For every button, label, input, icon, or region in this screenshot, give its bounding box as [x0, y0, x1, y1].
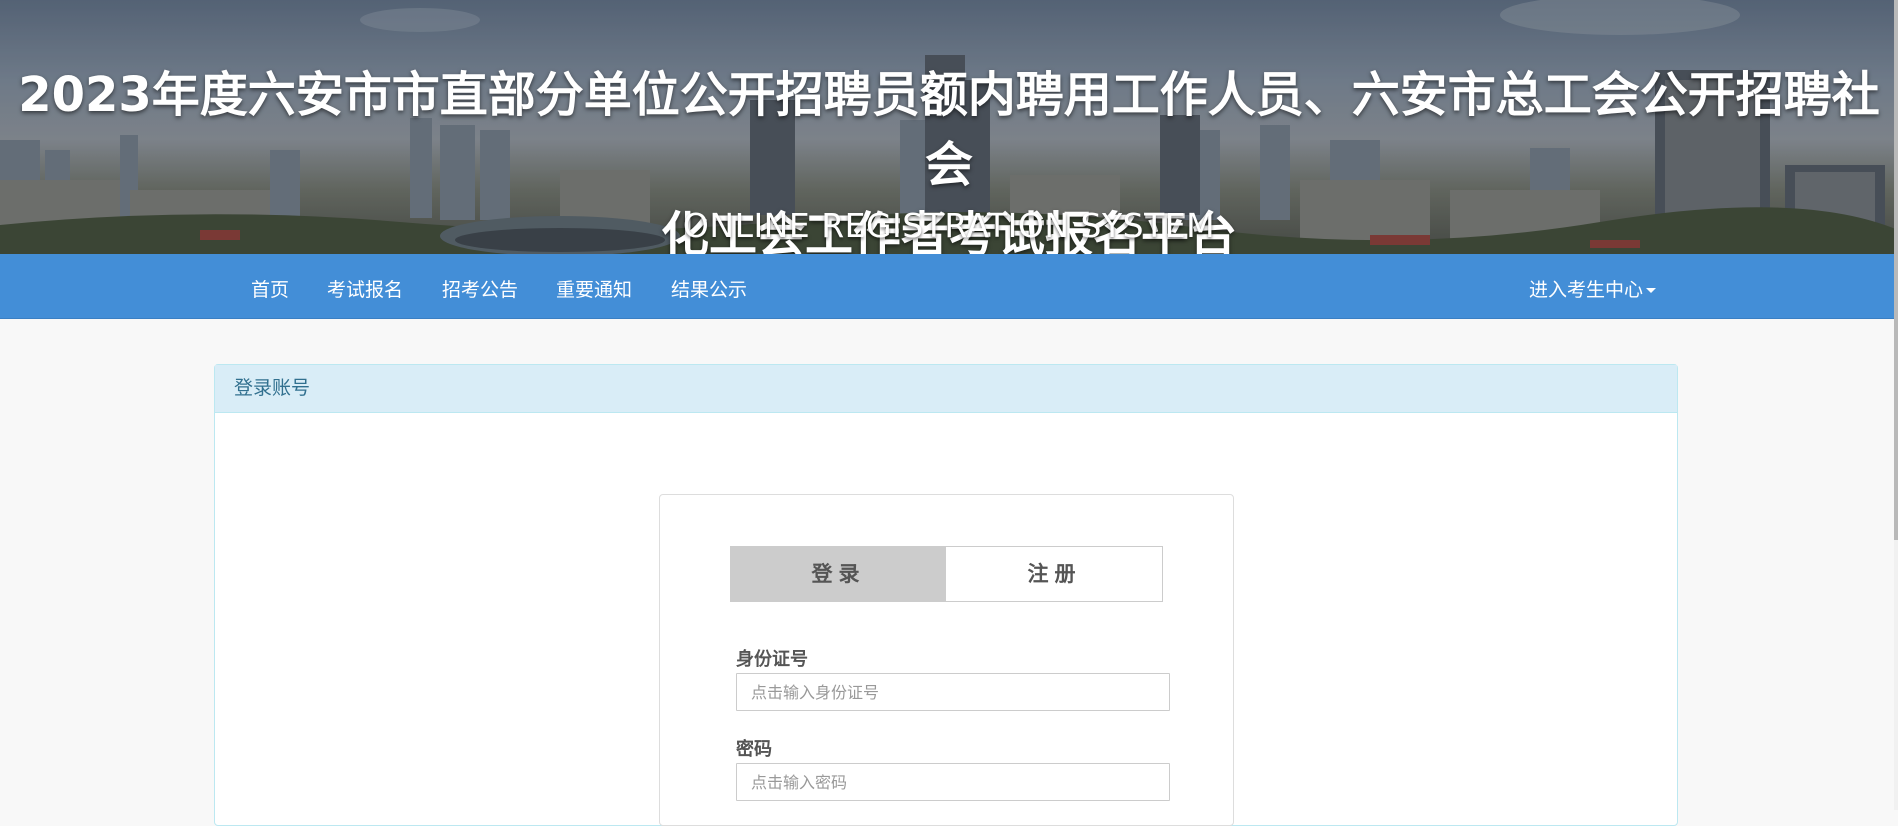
id-number-label: 身份证号 — [736, 649, 808, 670]
caret-down-icon — [1646, 288, 1657, 293]
nav-item-important-notice[interactable]: 重要通知 — [556, 275, 632, 302]
candidate-center-label: 进入考生中心 — [1529, 279, 1644, 301]
tab-login[interactable]: 登录 — [731, 547, 946, 601]
page-scrollbar[interactable] — [1894, 0, 1898, 810]
password-label: 密码 — [736, 739, 772, 760]
login-form: 登录 注册 身份证号 密码 — [659, 494, 1234, 826]
nav-item-recruitment-notice[interactable]: 招考公告 — [442, 275, 518, 302]
candidate-center-dropdown[interactable]: 进入考生中心 — [1529, 275, 1657, 302]
title-line-1: 2023年度六安市市直部分单位公开招聘员额内聘用工作人员、六安市总工会公开招聘社… — [18, 67, 1880, 193]
id-number-input[interactable] — [736, 673, 1170, 711]
nav-item-exam-registration[interactable]: 考试报名 — [327, 275, 403, 302]
scrollbar-thumb[interactable] — [1894, 0, 1898, 540]
tab-register[interactable]: 注册 — [947, 547, 1162, 601]
nav-item-results[interactable]: 结果公示 — [671, 275, 747, 302]
panel-heading: 登录账号 — [215, 365, 1677, 413]
main-navbar: 首页 考试报名 招考公告 重要通知 结果公示 进入考生中心 — [0, 254, 1894, 319]
nav-item-home[interactable]: 首页 — [251, 275, 289, 302]
header-banner: 2023年度六安市市直部分单位公开招聘员额内聘用工作人员、六安市总工会公开招聘社… — [0, 0, 1898, 254]
password-input[interactable] — [736, 763, 1170, 801]
page-subtitle: ONLINE REGISTRATION SYSTEM — [682, 206, 1216, 245]
login-tabs: 登录 注册 — [730, 546, 1163, 602]
